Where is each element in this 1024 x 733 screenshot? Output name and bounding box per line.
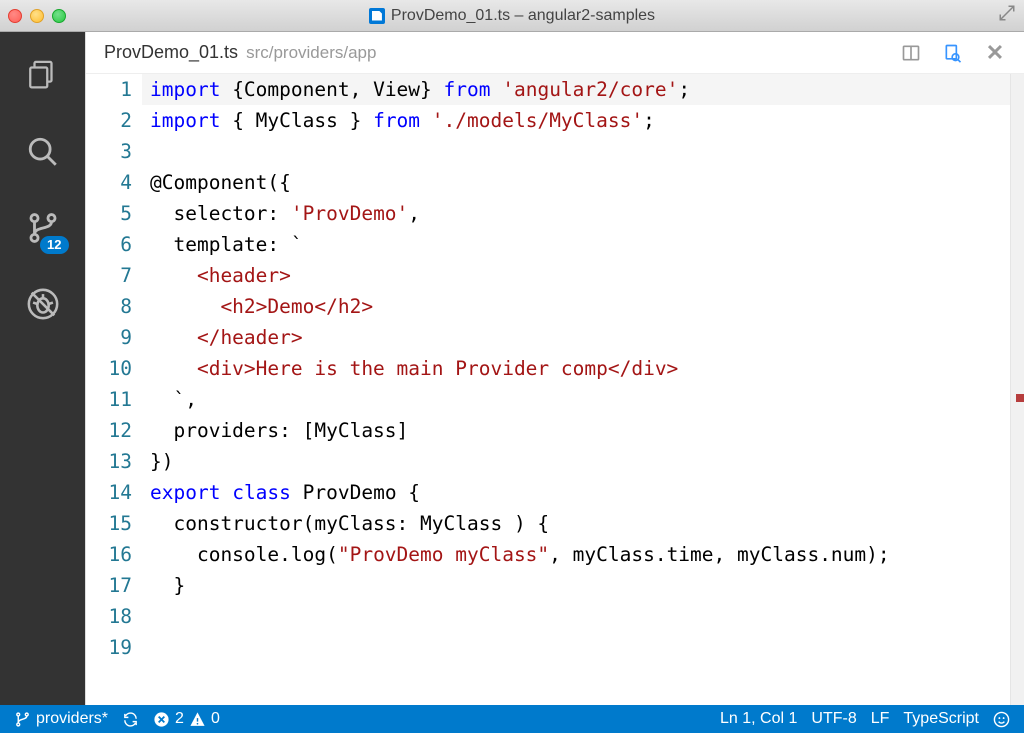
line-number-gutter: 12345678910111213141516171819 xyxy=(86,74,142,705)
line-number: 11 xyxy=(86,384,132,415)
search-icon xyxy=(26,135,60,169)
status-cursor-position[interactable]: Ln 1, Col 1 xyxy=(720,710,797,728)
code-content[interactable]: import {Component, View} from 'angular2/… xyxy=(142,74,1010,705)
status-encoding[interactable]: UTF-8 xyxy=(811,710,856,728)
activity-bar: 12 xyxy=(0,32,85,705)
window-zoom-button[interactable] xyxy=(52,9,66,23)
status-branch-name: providers* xyxy=(36,710,108,728)
warning-icon xyxy=(189,711,206,728)
status-feedback[interactable] xyxy=(993,711,1010,728)
window-close-button[interactable] xyxy=(8,9,22,23)
code-line[interactable]: constructor(myClass: MyClass ) { xyxy=(150,508,1010,539)
split-editor-button[interactable] xyxy=(900,42,922,64)
status-language-mode[interactable]: TypeScript xyxy=(903,710,979,728)
window-title-container: ProvDemo_01.ts – angular2-samples xyxy=(0,7,1024,25)
activity-explorer[interactable] xyxy=(19,52,67,100)
code-line[interactable]: selector: 'ProvDemo', xyxy=(150,198,1010,229)
branch-icon xyxy=(14,711,31,728)
code-line[interactable]: @Component({ xyxy=(150,167,1010,198)
code-line[interactable]: providers: [MyClass] xyxy=(150,415,1010,446)
overview-ruler-error-mark[interactable] xyxy=(1016,394,1024,402)
code-line[interactable]: <header> xyxy=(150,260,1010,291)
line-number: 13 xyxy=(86,446,132,477)
status-problems[interactable]: 2 0 xyxy=(153,710,220,728)
status-eol[interactable]: LF xyxy=(871,710,890,728)
code-line[interactable]: }) xyxy=(150,446,1010,477)
code-line[interactable]: template: ` xyxy=(150,229,1010,260)
line-number: 7 xyxy=(86,260,132,291)
line-number: 4 xyxy=(86,167,132,198)
code-line[interactable] xyxy=(150,601,1010,632)
line-number: 6 xyxy=(86,229,132,260)
activity-search[interactable] xyxy=(19,128,67,176)
code-line[interactable] xyxy=(150,632,1010,663)
line-number: 8 xyxy=(86,291,132,322)
titlebar: ProvDemo_01.ts – angular2-samples xyxy=(0,0,1024,32)
line-number: 5 xyxy=(86,198,132,229)
status-branch[interactable]: providers* xyxy=(14,710,108,728)
line-number: 14 xyxy=(86,477,132,508)
editor-tab-row: ProvDemo_01.ts src/providers/app ✕ xyxy=(86,32,1024,74)
line-number: 19 xyxy=(86,632,132,663)
code-line[interactable]: `, xyxy=(150,384,1010,415)
code-line[interactable]: export class ProvDemo { xyxy=(150,477,1010,508)
split-layout-icon xyxy=(901,43,921,63)
code-line[interactable] xyxy=(150,136,1010,167)
code-line[interactable]: import {Component, View} from 'angular2/… xyxy=(150,74,1010,105)
activity-debug[interactable] xyxy=(19,280,67,328)
overview-ruler[interactable] xyxy=(1010,74,1024,705)
line-number: 16 xyxy=(86,539,132,570)
code-line[interactable]: console.log("ProvDemo myClass", myClass.… xyxy=(150,539,1010,570)
tab-filename[interactable]: ProvDemo_01.ts xyxy=(104,42,238,63)
status-warning-count: 0 xyxy=(211,710,220,728)
editor[interactable]: 12345678910111213141516171819 import {Co… xyxy=(86,74,1024,705)
line-number: 2 xyxy=(86,105,132,136)
editor-area: ProvDemo_01.ts src/providers/app ✕ xyxy=(85,32,1024,705)
close-tab-button[interactable]: ✕ xyxy=(984,42,1006,64)
line-number: 1 xyxy=(86,74,132,105)
code-line[interactable]: import { MyClass } from './models/MyClas… xyxy=(150,105,1010,136)
status-bar: providers* 2 0 Ln 1, Col 1 UTF-8 LF Type… xyxy=(0,705,1024,733)
code-line[interactable]: <h2>Demo</h2> xyxy=(150,291,1010,322)
app-file-icon xyxy=(369,8,385,24)
search-file-icon xyxy=(943,43,963,63)
line-number: 18 xyxy=(86,601,132,632)
window-minimize-button[interactable] xyxy=(30,9,44,23)
bug-disabled-icon xyxy=(26,287,60,321)
app-body: 12 ProvDemo_01.ts src/providers/app xyxy=(0,32,1024,705)
window-title: ProvDemo_01.ts – angular2-samples xyxy=(391,7,655,25)
close-icon: ✕ xyxy=(986,40,1004,66)
line-number: 3 xyxy=(86,136,132,167)
line-number: 9 xyxy=(86,322,132,353)
error-icon xyxy=(153,711,170,728)
tab-subpath: src/providers/app xyxy=(246,43,376,63)
files-icon xyxy=(26,59,60,93)
line-number: 17 xyxy=(86,570,132,601)
status-sync[interactable] xyxy=(122,711,139,728)
line-number: 12 xyxy=(86,415,132,446)
code-line[interactable]: <div>Here is the main Provider comp</div… xyxy=(150,353,1010,384)
code-line[interactable]: </header> xyxy=(150,322,1010,353)
activity-git[interactable]: 12 xyxy=(19,204,67,252)
window-controls xyxy=(8,9,66,23)
code-line[interactable]: } xyxy=(150,570,1010,601)
expand-icon[interactable] xyxy=(998,4,1016,27)
line-number: 15 xyxy=(86,508,132,539)
status-error-count: 2 xyxy=(175,710,184,728)
smiley-icon xyxy=(993,711,1010,728)
line-number: 10 xyxy=(86,353,132,384)
git-changes-badge: 12 xyxy=(40,236,68,254)
sync-icon xyxy=(122,711,139,728)
open-changes-button[interactable] xyxy=(942,42,964,64)
